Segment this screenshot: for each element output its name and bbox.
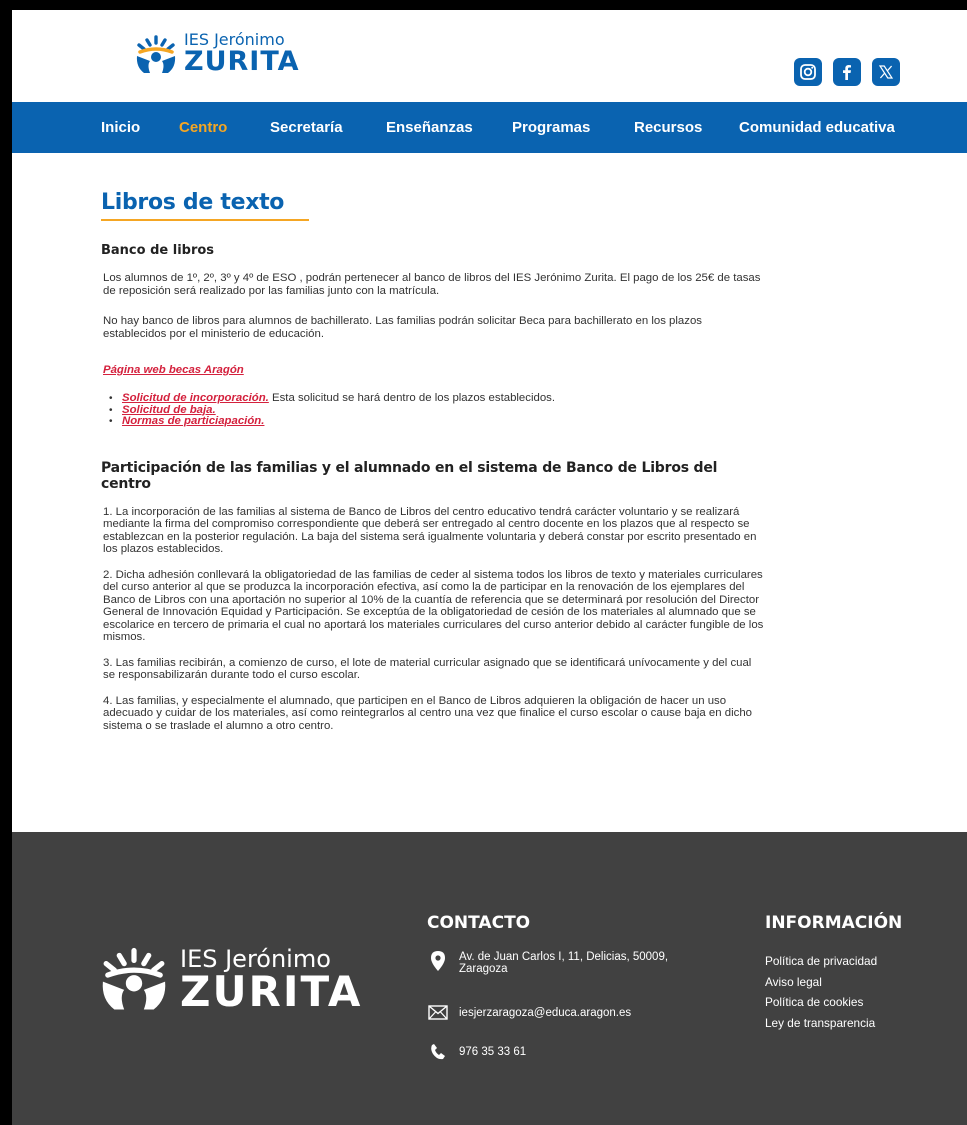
nav-recursos[interactable]: Recursos bbox=[634, 119, 702, 136]
email-link[interactable]: iesjerzaragoza@educa.aragon.es bbox=[459, 1007, 669, 1019]
logo-mark-icon bbox=[136, 35, 176, 73]
main-nav: Inicio Centro Secretaría Enseñanzas Prog… bbox=[12, 102, 967, 153]
window-frame-left bbox=[0, 0, 12, 1125]
solicitud-incorporacion-link[interactable]: Solicitud de incorporación. bbox=[122, 392, 269, 404]
solicitud-baja-link[interactable]: Solicitud de baja. bbox=[122, 404, 216, 416]
list-item: Normas de particiapación. bbox=[109, 415, 766, 428]
window-frame-top bbox=[0, 0, 967, 10]
mail-icon bbox=[428, 1005, 448, 1020]
instagram-link[interactable] bbox=[794, 58, 822, 86]
intro-paragraph: No hay banco de libros para alumnos de b… bbox=[103, 315, 702, 340]
page: IES Jerónimo ZURITA Inicio Centro Secret… bbox=[12, 10, 967, 1125]
cookies-policy-link[interactable]: Política de cookies bbox=[765, 992, 877, 1013]
rule-paragraph: 4. Las familias, y especialmente el alum… bbox=[103, 694, 752, 732]
becas-aragon-link[interactable]: Página web becas Aragón bbox=[103, 364, 244, 376]
logo-title: ZURITA bbox=[184, 46, 300, 77]
normas-participacion-link[interactable]: Normas de particiapación. bbox=[122, 415, 264, 427]
location-pin-icon bbox=[431, 951, 445, 971]
section-subhead: Banco de libros bbox=[101, 243, 215, 258]
main-content: Libros de texto Banco de libros Los alum… bbox=[101, 190, 766, 732]
footer-logo-title: ZURITA bbox=[180, 967, 363, 1016]
instagram-icon bbox=[800, 64, 816, 80]
rule-paragraph: 3. Las familias recibirán, a comienzo de… bbox=[103, 656, 752, 682]
address-text: Av. de Juan Carlos I, 11, Delicias, 5000… bbox=[459, 951, 669, 975]
nav-comunidad-educativa[interactable]: Comunidad educativa bbox=[739, 119, 895, 136]
rule-paragraph: 2. Dicha adhesión conllevará la obligato… bbox=[103, 568, 764, 644]
info-links: Política de privacidad Aviso legal Polít… bbox=[765, 951, 877, 1033]
nav-centro[interactable]: Centro bbox=[179, 119, 227, 136]
site-header: IES Jerónimo ZURITA bbox=[12, 10, 967, 102]
privacy-policy-link[interactable]: Política de privacidad bbox=[765, 951, 877, 972]
nav-ensenanzas[interactable]: Enseñanzas bbox=[386, 119, 473, 136]
rule-paragraph: 1. La incorporación de las familias al s… bbox=[103, 505, 757, 556]
site-logo[interactable]: IES Jerónimo ZURITA bbox=[134, 32, 300, 75]
facebook-icon bbox=[843, 65, 851, 80]
logo-mark-icon bbox=[102, 947, 166, 1010]
phone-icon bbox=[431, 1044, 445, 1060]
section-title: Participación de las familias y el alumn… bbox=[101, 459, 718, 492]
legal-notice-link[interactable]: Aviso legal bbox=[765, 972, 877, 993]
contact-email: iesjerzaragoza@educa.aragon.es bbox=[427, 1005, 669, 1020]
contact-heading: CONTACTO bbox=[427, 913, 531, 933]
nav-inicio[interactable]: Inicio bbox=[101, 119, 140, 136]
contact-phone: 976 35 33 61 bbox=[427, 1044, 669, 1060]
page-title: Libros de texto bbox=[101, 190, 309, 221]
forms-list: Solicitud de incorporación. Esta solicit… bbox=[109, 392, 766, 428]
facebook-link[interactable] bbox=[833, 58, 861, 86]
transparency-law-link[interactable]: Ley de transparencia bbox=[765, 1013, 877, 1034]
nav-secretaria[interactable]: Secretaría bbox=[270, 119, 343, 136]
phone-text[interactable]: 976 35 33 61 bbox=[459, 1046, 669, 1058]
contact-address: Av. de Juan Carlos I, 11, Delicias, 5000… bbox=[427, 951, 669, 975]
nav-programas[interactable]: Programas bbox=[512, 119, 590, 136]
social-links bbox=[794, 58, 900, 86]
footer-logo[interactable]: IES Jerónimo ZURITA bbox=[98, 947, 362, 1013]
intro-paragraph: Los alumnos de 1º, 2º, 3º y 4º de ESO , … bbox=[103, 272, 761, 297]
x-icon bbox=[878, 65, 894, 79]
info-heading: INFORMACIÓN bbox=[765, 913, 903, 933]
list-item-note: Esta solicitud se hará dentro de los pla… bbox=[268, 392, 556, 404]
x-link[interactable] bbox=[872, 58, 900, 86]
